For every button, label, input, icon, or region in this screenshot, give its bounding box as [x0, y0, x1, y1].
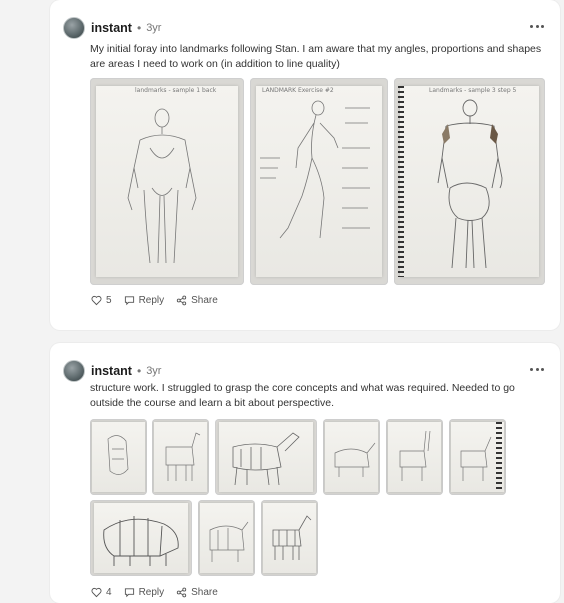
post-image[interactable] — [152, 419, 209, 495]
like-button[interactable]: 4 — [91, 587, 112, 598]
share-button[interactable]: Share — [176, 587, 218, 598]
image-caption: LANDMARK Exercise #2 — [262, 87, 334, 94]
more-horizontal-icon — [530, 367, 533, 371]
animal-drawing — [165, 432, 201, 481]
heart-icon — [91, 295, 102, 306]
post-text: structure work. I struggled to grasp the… — [90, 382, 515, 409]
figure-drawing: LANDMARK Exercise #2 — [260, 87, 370, 239]
post-image[interactable] — [261, 500, 318, 576]
post-image[interactable] — [90, 419, 147, 495]
post-time[interactable]: 3yr — [146, 365, 161, 377]
animal-drawing — [334, 442, 376, 477]
more-options-button[interactable] — [530, 362, 544, 376]
post-image[interactable] — [323, 419, 380, 495]
like-button[interactable]: 5 — [91, 295, 112, 306]
more-horizontal-icon — [530, 24, 533, 28]
animal-drawing — [272, 515, 312, 560]
animal-drawing — [399, 430, 431, 481]
animal-drawing — [232, 432, 300, 486]
post-time[interactable]: 3yr — [146, 22, 161, 34]
post-text: My initial foray into landmarks followin… — [90, 43, 542, 70]
figure-drawing: landmarks - sample 1 back — [127, 87, 217, 264]
share-label: Share — [191, 587, 218, 598]
heart-icon — [91, 587, 102, 598]
post-image[interactable] — [90, 500, 192, 576]
separator-dot: • — [136, 364, 142, 378]
reply-button[interactable]: Reply — [124, 587, 165, 598]
reply-label: Reply — [138, 587, 165, 598]
comment-icon — [124, 588, 134, 598]
avatar[interactable] — [63, 17, 85, 39]
like-count: 4 — [106, 587, 112, 598]
animal-drawing — [103, 516, 179, 566]
post-image[interactable] — [386, 419, 443, 495]
username[interactable]: instant — [91, 21, 132, 35]
post-image[interactable]: landmarks - sample 1 back — [90, 78, 244, 285]
post-card: instant • 3yr structure work. I struggle… — [50, 343, 560, 603]
post-card: instant • 3yr My initial foray into land… — [50, 0, 560, 330]
image-caption: landmarks - sample 1 back — [135, 87, 217, 94]
post-image[interactable] — [449, 419, 506, 495]
post-actions: 5 Reply Share — [91, 295, 230, 306]
separator-dot: • — [136, 21, 142, 35]
more-options-button[interactable] — [530, 19, 544, 33]
image-caption: Landmarks - sample 3 step 5 — [429, 87, 517, 94]
post-header: instant • 3yr — [63, 15, 161, 41]
username[interactable]: instant — [91, 364, 132, 378]
comment-icon — [124, 296, 134, 306]
post-image[interactable]: Landmarks - sample 3 step 5 — [394, 78, 545, 285]
animal-drawing — [107, 435, 129, 475]
animal-drawing — [209, 521, 249, 562]
avatar[interactable] — [63, 360, 85, 382]
figure-drawing: Landmarks - sample 3 step 5 — [429, 87, 517, 269]
post-image[interactable] — [215, 419, 317, 495]
share-button[interactable]: Share — [176, 295, 218, 306]
like-count: 5 — [106, 295, 112, 306]
share-icon — [176, 295, 187, 306]
reply-label: Reply — [138, 295, 165, 306]
post-image[interactable]: LANDMARK Exercise #2 — [250, 78, 388, 285]
share-icon — [176, 587, 187, 598]
post-image[interactable] — [198, 500, 255, 576]
share-label: Share — [191, 295, 218, 306]
animal-drawing — [460, 436, 492, 481]
post-actions: 4 Reply Share — [91, 587, 230, 598]
reply-button[interactable]: Reply — [124, 295, 165, 306]
